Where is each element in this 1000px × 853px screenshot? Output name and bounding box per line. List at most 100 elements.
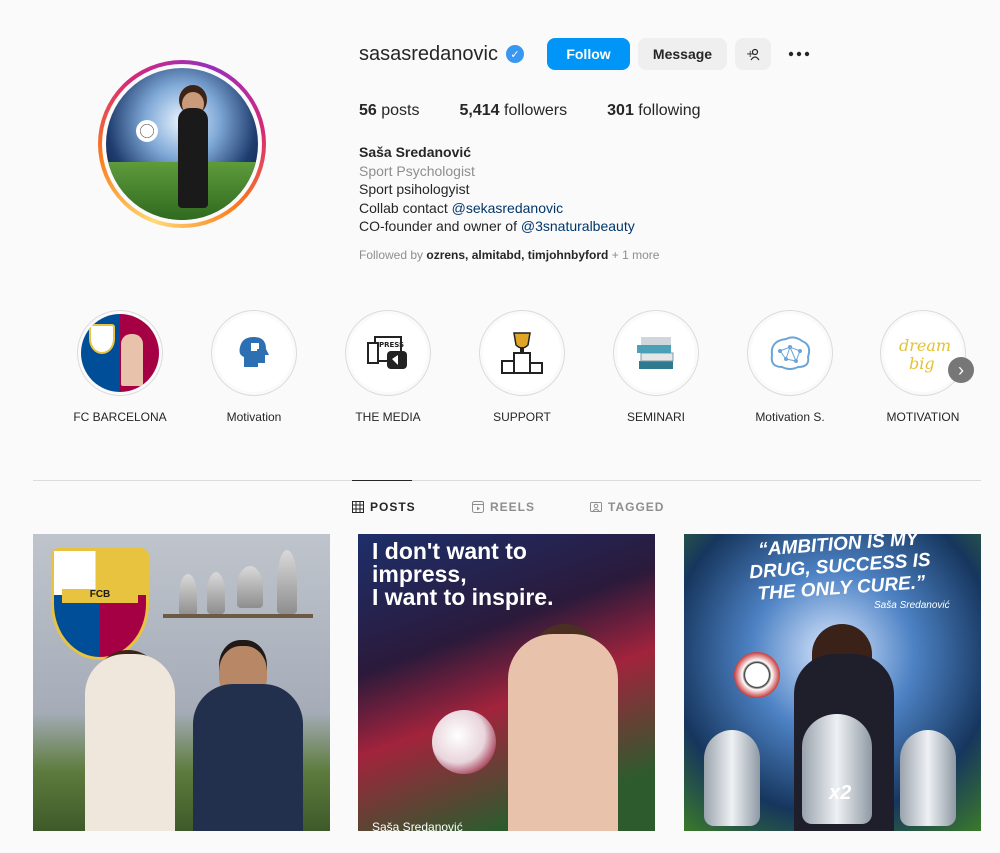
- trophy-cup: [802, 714, 872, 824]
- post-thumbnail-3[interactable]: “AMBITION IS MY DRUG, SUCCESS IS THE ONL…: [684, 534, 981, 831]
- highlight-motivation-s[interactable]: Motivation S.: [735, 310, 845, 424]
- followers-stat[interactable]: 5,414 followers: [460, 102, 568, 120]
- highlight-ring: [211, 310, 297, 396]
- trophy: [207, 572, 225, 614]
- more-options-icon[interactable]: [783, 38, 815, 70]
- person-a: [85, 654, 175, 831]
- trophy: [237, 566, 263, 608]
- followed-by[interactable]: Followed by ozrens, almitabd, timjohnbyf…: [359, 248, 659, 262]
- big-text: big: [909, 354, 935, 373]
- highlight-label: MOTIVATION: [886, 410, 960, 424]
- tabs-divider: [33, 480, 981, 481]
- trophy-cup: [900, 730, 956, 826]
- trophy-shelf: [163, 614, 313, 618]
- profile-bio: Saša Sredanović Sport Psychologist Sport…: [359, 143, 635, 236]
- brain-network-icon: [770, 336, 811, 370]
- trophy: [179, 574, 197, 616]
- highlight-seminari[interactable]: SEMINARI: [601, 310, 711, 424]
- quote-line: I don't want to: [372, 538, 527, 564]
- highlight-ring: [77, 310, 163, 396]
- bio-line-3: CO-founder and owner of @3snaturalbeauty: [359, 217, 635, 236]
- bio-line-2: Collab contact @sekasredanovic: [359, 199, 635, 218]
- highlight-ring: [613, 310, 699, 396]
- tab-posts-label: POSTS: [370, 500, 416, 514]
- press-megaphone-icon: PRESS: [367, 336, 407, 369]
- following-stat[interactable]: 301 following: [607, 102, 700, 120]
- collab-mention-link[interactable]: @sekasredanovic: [452, 200, 564, 216]
- highlight-person: [121, 334, 143, 386]
- highlight-label: THE MEDIA: [355, 410, 421, 424]
- posts-count: 56: [359, 102, 377, 119]
- tab-reels-label: REELS: [490, 500, 536, 514]
- post-2-signature: Saša Sredanović: [372, 820, 463, 831]
- fcb-crest: FCB: [51, 548, 149, 660]
- tab-reels[interactable]: REELS: [472, 500, 535, 514]
- brand-mention-link[interactable]: @3snaturalbeauty: [521, 218, 635, 234]
- follow-button[interactable]: Follow: [547, 38, 630, 70]
- highlight-ring: PRESS: [345, 310, 431, 396]
- followed-by-suffix: + 1 more: [608, 248, 660, 262]
- highlight-label: SEMINARI: [626, 410, 685, 424]
- followers-count: 5,414: [459, 102, 500, 119]
- username-row: sasasredanovic ✓: [359, 38, 524, 70]
- posts-stat: 56 posts: [359, 102, 420, 120]
- highlight-cover: dream big: [884, 314, 962, 392]
- post-thumbnail-2[interactable]: I don't want to impress, I want to inspi…: [358, 534, 655, 831]
- highlight-label: Motivation S.: [755, 410, 825, 424]
- quote-line: I want to inspire.: [372, 584, 554, 610]
- more-dots-svg: [788, 51, 810, 57]
- highlight-label: SUPPORT: [493, 410, 551, 424]
- verified-check-icon: ✓: [505, 45, 524, 63]
- highlight-cover: [483, 314, 561, 392]
- trophy: [277, 550, 297, 614]
- profile-avatar[interactable]: [98, 60, 266, 228]
- soccer-ball: [734, 652, 780, 698]
- avatar-person: [178, 108, 208, 208]
- trophy-cup: [704, 730, 760, 826]
- press-text: PRESS: [379, 341, 404, 349]
- avatar-border: [102, 64, 262, 224]
- highlight-label: Motivation: [226, 410, 282, 424]
- add-user-icon[interactable]: +: [735, 38, 771, 70]
- highlight-fc-barcelona[interactable]: FC BARCELONA: [65, 310, 175, 424]
- post-3-badge: x2: [829, 782, 852, 804]
- post-3-quote: “AMBITION IS MY DRUG, SUCCESS IS THE ONL…: [718, 534, 962, 608]
- active-tab-indicator: [352, 480, 412, 481]
- highlights-next-chevron-icon[interactable]: ›: [948, 357, 974, 383]
- full-name: Saša Sredanović: [359, 144, 472, 160]
- post-3-signature: Saša Sredanović: [874, 600, 950, 611]
- trophy-podium-icon: [501, 332, 543, 374]
- tab-tagged-label: TAGGED: [608, 500, 665, 514]
- bio-line-2-text: Collab contact: [359, 199, 452, 216]
- fcb-crest-icon: [89, 324, 115, 354]
- grid-icon: [352, 501, 364, 513]
- quote-line: impress,: [372, 561, 467, 587]
- followers-label: followers: [504, 102, 568, 119]
- highlight-ring: [747, 310, 833, 396]
- message-button[interactable]: Message: [638, 38, 727, 70]
- post-2-quote: I don't want to impress, I want to inspi…: [372, 540, 642, 609]
- followed-by-names: ozrens, almitabd, timjohnbyford: [426, 248, 609, 262]
- bio-line-1: Sport psihologyist: [359, 181, 470, 197]
- highlight-support[interactable]: SUPPORT: [467, 310, 577, 424]
- tab-posts[interactable]: POSTS: [352, 500, 416, 514]
- tab-tagged[interactable]: TAGGED: [590, 500, 664, 514]
- soccer-ball: [432, 710, 496, 774]
- highlight-cover: [617, 314, 695, 392]
- crest-text: FCB: [62, 589, 138, 603]
- post-thumbnail-1[interactable]: FCB: [33, 534, 330, 831]
- dream-big-icon: dream big: [899, 336, 951, 373]
- reels-icon: [472, 501, 484, 513]
- highlight-label: FC BARCELONA: [73, 410, 167, 424]
- highlight-cover: [81, 314, 159, 392]
- head-puzzle-icon: [239, 337, 269, 367]
- username: sasasredanovic: [359, 42, 498, 65]
- avatar-ball: [136, 120, 158, 142]
- highlight-ring: dream big: [880, 310, 966, 396]
- avatar-image: [106, 68, 258, 220]
- bio-line-3-text: CO-founder and owner of: [359, 218, 521, 234]
- highlight-the-media[interactable]: PRESS THE MEDIA: [333, 310, 443, 424]
- tagged-icon: [590, 502, 602, 512]
- following-count: 301: [607, 102, 634, 119]
- highlight-motivation[interactable]: Motivation: [199, 310, 309, 424]
